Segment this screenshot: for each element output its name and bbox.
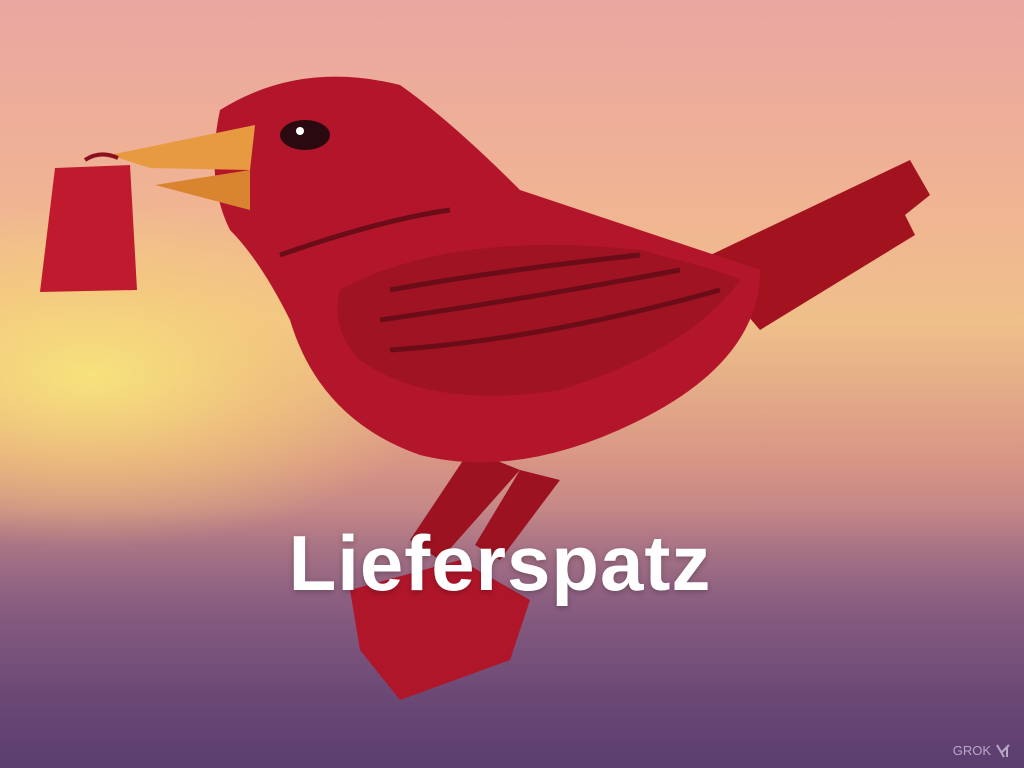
shopping-bag [40,152,137,292]
watermark-text: GROK [952,743,991,758]
red-sparrow-illustration [40,76,930,700]
sparrow-lower-beak [155,170,250,210]
brand-title: Lieferspatz [288,519,712,607]
sparrow-beak [110,125,255,170]
eye-highlight [296,127,304,135]
watermark: GROK [953,743,1010,758]
sparrow-eye [280,120,330,150]
xai-logo-icon [996,743,1010,758]
